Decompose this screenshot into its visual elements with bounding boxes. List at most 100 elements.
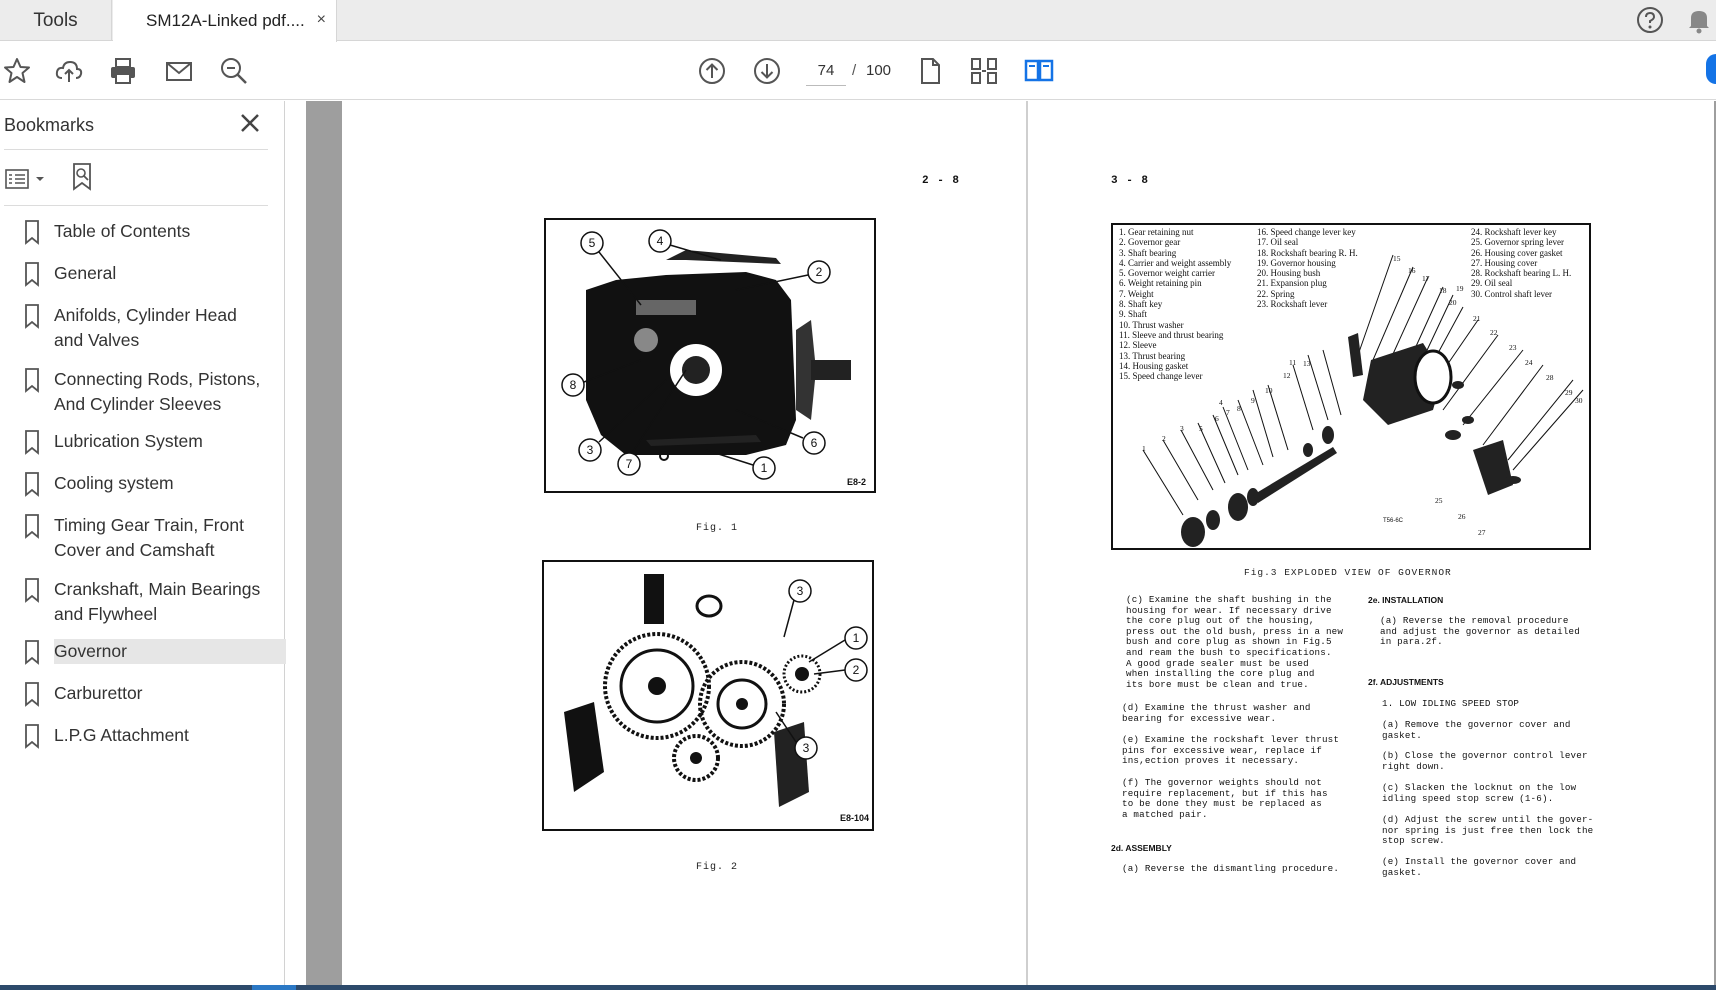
heading-2e-installation: 2e. INSTALLATION bbox=[1368, 595, 1444, 605]
diagram-number: 4 bbox=[1219, 398, 1223, 407]
bookmark-item-general[interactable]: General bbox=[0, 255, 277, 293]
callout-label: 2 bbox=[853, 663, 860, 677]
paragraph-2c-examine-bushing: (c) Examine the shaft bushing in the hou… bbox=[1126, 594, 1344, 690]
figure-2: 3 1 2 3 E8-104 bbox=[542, 560, 874, 831]
bookmark-label: Lubrication System bbox=[54, 431, 203, 451]
governor-photo-1: 5 4 2 8 3 7 6 1 bbox=[561, 229, 851, 480]
bookmark-icon bbox=[25, 304, 39, 329]
diagram-number: 6 bbox=[1215, 414, 1219, 423]
diagram-number: 7 bbox=[1226, 408, 1230, 417]
bookmark-item-cooling[interactable]: Cooling system bbox=[0, 465, 277, 503]
diagram-number: 8 bbox=[1237, 404, 1241, 413]
heading-2d-assembly: 2d. ASSEMBLY bbox=[1111, 843, 1172, 853]
page-separator: / bbox=[852, 62, 857, 79]
diagram-number: 18 bbox=[1439, 286, 1447, 295]
notification-bell-icon[interactable] bbox=[1686, 6, 1712, 34]
upload-cloud-icon[interactable] bbox=[52, 54, 86, 88]
bookmark-options-button[interactable] bbox=[4, 164, 48, 194]
bookmark-label: Cooling system bbox=[54, 473, 174, 493]
callout-label: 3 bbox=[797, 584, 804, 598]
subheading-low-idling: 1. LOW IDLING SPEED STOP bbox=[1382, 698, 1520, 709]
callout-label: 8 bbox=[570, 378, 577, 392]
tab-document[interactable]: SM12A-Linked pdf.... × bbox=[113, 0, 337, 42]
bookmark-icon bbox=[25, 682, 39, 707]
callout-label: 3 bbox=[803, 741, 810, 755]
page-down-icon[interactable] bbox=[750, 54, 784, 88]
star-icon[interactable] bbox=[0, 54, 34, 88]
page-number-right: 3 - 8 bbox=[1111, 175, 1150, 187]
page-divider bbox=[1026, 101, 1028, 986]
tab-close-button[interactable]: × bbox=[317, 11, 326, 29]
bookmark-label: Connecting Rods, Pistons, And Cylinder S… bbox=[54, 369, 261, 414]
single-page-icon[interactable] bbox=[913, 54, 947, 88]
figure-3: 1. Gear retaining nut 2. Governor gear 3… bbox=[1111, 223, 1591, 550]
diagram-number: 28 bbox=[1546, 373, 1554, 382]
bookmark-item-timing-gear[interactable]: Timing Gear Train, Front Cover and Camsh… bbox=[0, 507, 277, 569]
diagram-number: 3 bbox=[1180, 424, 1184, 433]
paragraph-2c-examine-rockshaft: (e) Examine the rockshaft lever thrust p… bbox=[1122, 734, 1340, 767]
bookmark-label: Carburettor bbox=[54, 683, 143, 703]
two-page-view-icon[interactable] bbox=[1022, 54, 1056, 88]
help-icon[interactable] bbox=[1636, 6, 1664, 34]
bookmark-item-lubrication[interactable]: Lubrication System bbox=[0, 423, 277, 461]
taskbar-accent bbox=[252, 985, 296, 990]
callout-label: 7 bbox=[626, 457, 633, 471]
bookmark-item-manifolds[interactable]: Anifolds, Cylinder Head and Valves bbox=[0, 297, 277, 359]
diagram-number: 17 bbox=[1422, 274, 1430, 283]
bookmark-icon bbox=[25, 724, 39, 749]
figure-1: 5 4 2 8 3 7 6 1 E8-2 bbox=[544, 218, 876, 493]
bookmark-item-carburettor[interactable]: Carburettor bbox=[0, 675, 277, 713]
add-bookmark-icon[interactable] bbox=[68, 161, 98, 193]
bookmark-icon bbox=[25, 220, 39, 245]
diagram-number: 23 bbox=[1509, 343, 1517, 352]
search-zoom-icon[interactable] bbox=[217, 54, 251, 88]
callout-label: 1 bbox=[761, 461, 768, 475]
diagram-number: 19 bbox=[1456, 284, 1464, 293]
bookmark-label: Anifolds, Cylinder Head and Valves bbox=[54, 305, 237, 350]
diagram-number: 5 bbox=[1199, 424, 1203, 433]
diagram-number: 2 bbox=[1162, 434, 1166, 443]
toolbar: / 100 bbox=[0, 42, 1716, 100]
email-icon[interactable] bbox=[162, 54, 196, 88]
callout-label: 2 bbox=[816, 265, 823, 279]
diagram-number: 26 bbox=[1458, 512, 1466, 521]
page-number-left: 2 - 8 bbox=[922, 175, 961, 187]
diagram-number: 15 bbox=[1393, 254, 1401, 263]
taskbar-edge bbox=[0, 985, 1716, 990]
bookmark-icon bbox=[25, 578, 39, 603]
callout-label: 6 bbox=[811, 436, 818, 450]
figure-1-caption: Fig. 1 bbox=[696, 523, 739, 534]
callout-label: 5 bbox=[589, 236, 596, 250]
diagram-number: 21 bbox=[1473, 314, 1481, 323]
diagram-number: 25 bbox=[1435, 496, 1443, 505]
bookmark-icon bbox=[25, 640, 39, 665]
diagram-number: 29 bbox=[1565, 388, 1573, 397]
page-number-input[interactable] bbox=[806, 56, 846, 86]
print-icon[interactable] bbox=[106, 54, 140, 88]
bookmark-icon bbox=[25, 472, 39, 497]
side-panel-toggle[interactable] bbox=[1706, 54, 1716, 84]
figure-2-caption: Fig. 2 bbox=[696, 862, 739, 873]
close-icon[interactable] bbox=[238, 111, 262, 135]
diagram-number: 20 bbox=[1449, 298, 1457, 307]
divider bbox=[4, 205, 268, 206]
bookmark-item-crankshaft[interactable]: Crankshaft, Main Bearings and Flywheel bbox=[0, 571, 277, 633]
bookmark-label: Governor bbox=[54, 639, 287, 664]
bookmark-label: L.P.G Attachment bbox=[54, 725, 189, 745]
page-up-icon[interactable] bbox=[695, 54, 729, 88]
page-thumbnails-icon[interactable] bbox=[967, 54, 1001, 88]
diagram-number: 9 bbox=[1251, 396, 1255, 405]
bookmark-label: Timing Gear Train, Front Cover and Camsh… bbox=[54, 515, 244, 560]
bookmark-item-governor[interactable]: Governor bbox=[0, 633, 287, 671]
paragraph-2e-a: (a) Reverse the removal procedure and ad… bbox=[1380, 615, 1580, 648]
bookmark-item-connecting-rods[interactable]: Connecting Rods, Pistons, And Cylinder S… bbox=[0, 361, 277, 423]
bookmark-icon bbox=[25, 430, 39, 455]
document-view: 2 - 8 5 4 2 8 3 7 6 1 E8-2 Fig. 1 3 1 2 … bbox=[286, 101, 1716, 986]
bookmark-item-table-of-contents[interactable]: Table of Contents bbox=[0, 213, 277, 251]
bookmark-list: Table of Contents General Anifolds, Cyli… bbox=[0, 213, 287, 759]
bookmark-item-lpg-attachment[interactable]: L.P.G Attachment bbox=[0, 717, 277, 755]
tab-tools[interactable]: Tools bbox=[0, 0, 112, 41]
diagram-number: 22 bbox=[1490, 328, 1498, 337]
figure-3-caption: Fig.3 EXPLODED VIEW OF GOVERNOR bbox=[1244, 567, 1452, 578]
diagram-number: 27 bbox=[1478, 528, 1486, 537]
